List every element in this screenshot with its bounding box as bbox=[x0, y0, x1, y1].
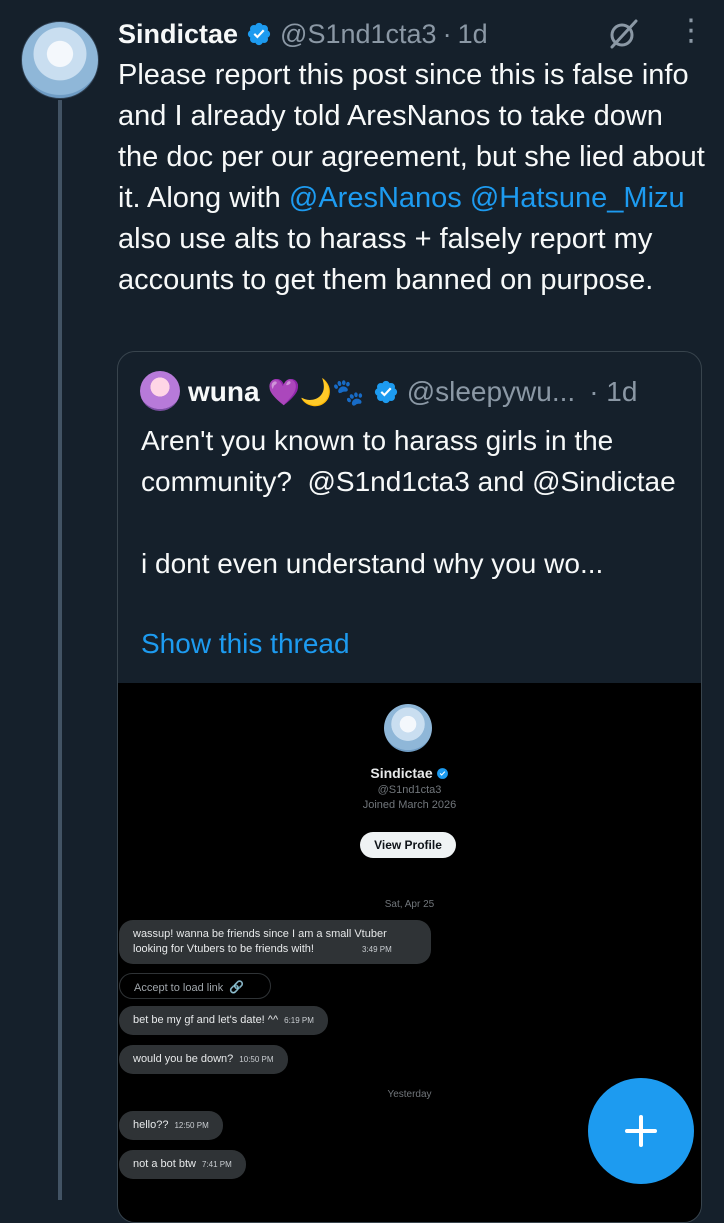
show-thread-link[interactable]: Show this thread bbox=[141, 628, 350, 660]
verified-badge-icon bbox=[436, 768, 448, 779]
mention-hatsune-mizu[interactable]: @Hatsune_Mizu bbox=[470, 182, 685, 214]
dm-message: wassup! wanna be friends since I am a sm… bbox=[119, 920, 431, 964]
verified-badge-icon bbox=[374, 380, 397, 404]
author-name[interactable]: Sindictae bbox=[118, 19, 238, 50]
quote-text: Aren't you known to harass girls in the … bbox=[141, 425, 676, 579]
post-time[interactable]: 1d bbox=[458, 19, 488, 50]
quote-author-name: wuna bbox=[188, 376, 260, 407]
quote-time: · 1d bbox=[589, 376, 638, 407]
dm-message: bet be my gf and let's date! ^^ 6:19 PM bbox=[119, 1006, 328, 1035]
dm-profile-name: Sindictae bbox=[118, 765, 701, 781]
link-icon: 🔗 bbox=[229, 980, 245, 994]
quote-author-handle: @sleepywu... bbox=[406, 376, 576, 407]
more-options-icon[interactable]: ⋮ bbox=[676, 16, 706, 51]
compose-post-button[interactable] bbox=[588, 1078, 694, 1184]
accept-load-link-chip: Accept to load link 🔗 bbox=[119, 973, 271, 999]
tweet-text-part2: also use alts to harass + falsely report… bbox=[118, 223, 654, 296]
thread-connector-line bbox=[58, 100, 62, 1200]
quote-header: wuna 💜🌙🐾 @sleepywu... · 1d bbox=[188, 370, 637, 414]
separator-dot: · bbox=[442, 18, 452, 49]
view-profile-button: View Profile bbox=[360, 832, 456, 858]
mention-aresnanos[interactable]: @AresNanos bbox=[289, 182, 462, 214]
grok-icon[interactable] bbox=[606, 17, 640, 51]
dm-joined-date: Joined March 2026 bbox=[362, 799, 457, 811]
tweet-text: Please report this post since this is fa… bbox=[118, 55, 708, 301]
dm-avatar bbox=[384, 704, 432, 752]
dm-message: would you be down? 10:50 PM bbox=[119, 1045, 288, 1074]
verified-badge-icon bbox=[247, 22, 271, 46]
dm-message: not a bot btw 7:41 PM bbox=[119, 1150, 246, 1179]
tweet-header: Sindictae @S1nd1cta3 · 1d bbox=[118, 14, 488, 54]
avatar[interactable] bbox=[21, 21, 99, 99]
quote-avatar bbox=[140, 371, 180, 411]
dm-message: hello?? 12:50 PM bbox=[119, 1111, 223, 1140]
quote-name-emojis: 💜🌙🐾 bbox=[267, 376, 365, 407]
dm-date-separator: Sat, Apr 25 bbox=[384, 899, 435, 910]
dm-profile-handle: @S1nd1cta3 bbox=[377, 784, 442, 796]
author-handle[interactable]: @S1nd1cta3 bbox=[280, 19, 437, 50]
